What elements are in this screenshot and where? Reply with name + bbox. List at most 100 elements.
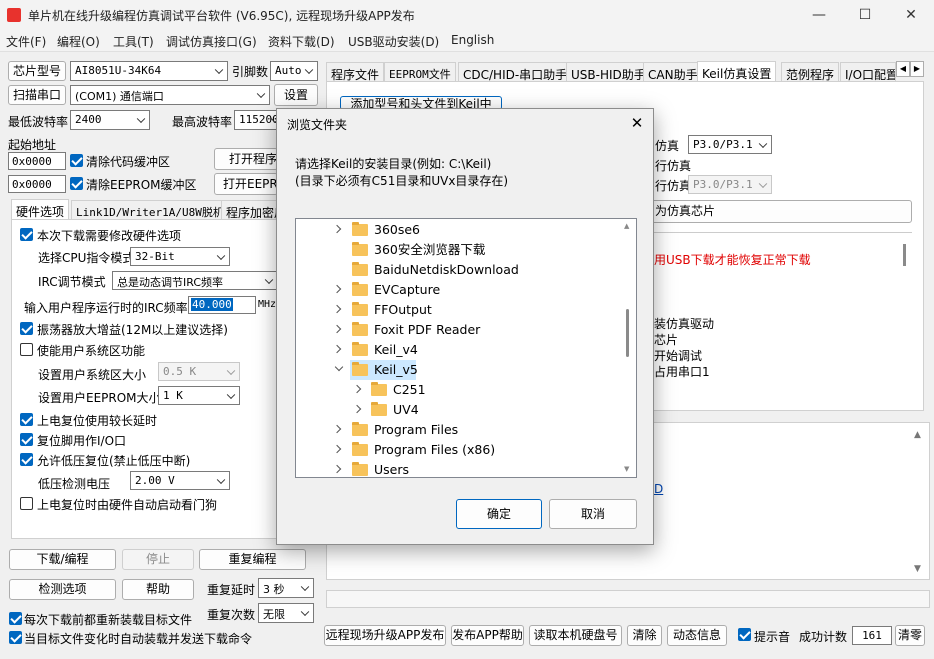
code-address-input[interactable]: 0x0000	[8, 152, 66, 170]
tab-hardware-options[interactable]: 硬件选项	[11, 199, 70, 220]
tab-program-file[interactable]: 程序文件	[326, 62, 385, 82]
chevron-right-icon[interactable]	[352, 384, 362, 394]
cpu-mode-select[interactable]: 32-Bit	[130, 247, 230, 266]
close-button[interactable]: ✕	[888, 0, 934, 30]
download-button[interactable]: 下载/编程	[9, 549, 116, 570]
tree-item-selected[interactable]: Keil_v5	[296, 360, 621, 380]
lvd-select[interactable]: 2.00 V	[130, 471, 230, 490]
maximize-button[interactable]: ☐	[842, 0, 888, 30]
log-link-fragment[interactable]: D	[654, 482, 663, 496]
tree-item[interactable]: 360se6	[296, 220, 621, 240]
tab-scroll-left[interactable]: ◀	[896, 61, 910, 77]
repeat-delay-select[interactable]: 3 秒	[258, 578, 314, 598]
port-select[interactable]: (COM1) 通信端口	[70, 85, 270, 105]
eeprom-size-select[interactable]: 1 K	[158, 386, 240, 405]
menu-file[interactable]: 文件(F)	[6, 33, 46, 50]
tab-scroll-right[interactable]: ▶	[910, 61, 924, 77]
ok-button[interactable]: 确定	[456, 499, 542, 529]
menu-download[interactable]: 资料下载(D)	[268, 33, 335, 50]
read-disk-button[interactable]: 读取本机硬盘号	[529, 625, 622, 646]
cancel-button[interactable]: 取消	[549, 499, 637, 529]
chevron-right-icon[interactable]	[332, 284, 342, 294]
tree-scrollbar[interactable]: ▲ ▼	[619, 219, 636, 477]
tree-item[interactable]: Program Files	[296, 420, 621, 440]
tab-keil-sim[interactable]: Keil仿真设置	[697, 61, 777, 82]
publish-help-button[interactable]: 发布APP帮助	[451, 625, 524, 646]
tree-item[interactable]: C251	[296, 380, 621, 400]
dialog-close-button[interactable]: ✕	[625, 112, 649, 134]
tree-item[interactable]: Keil_v4	[296, 340, 621, 360]
tab-cdc-serial[interactable]: CDC/HID-串口助手	[458, 62, 573, 82]
wdt-checkbox[interactable]	[20, 497, 33, 510]
chevron-right-icon[interactable]	[332, 344, 342, 354]
stop-button[interactable]: 停止	[122, 549, 194, 570]
log-scroll-down[interactable]: ▼	[914, 564, 921, 574]
clear-eeprom-checkbox[interactable]	[70, 177, 83, 190]
clear-log-button[interactable]: 清除	[627, 625, 662, 646]
user-sys-checkbox[interactable]	[20, 343, 33, 356]
beep-checkbox[interactable]	[738, 628, 751, 641]
menu-program[interactable]: 编程(O)	[57, 33, 100, 50]
scroll-down-arrow[interactable]: ▼	[624, 465, 629, 473]
tab-usb-hid[interactable]: USB-HID助手	[566, 62, 651, 82]
info-scrollbar-thumb[interactable]	[903, 244, 906, 266]
irc-mode-select[interactable]: 总是动态调节IRC频率	[112, 271, 278, 290]
tab-offline-writer[interactable]: Link1D/Writer1A/U8W脱机	[71, 200, 229, 220]
osc-gain-checkbox[interactable]	[20, 322, 33, 335]
chevron-right-icon[interactable]	[332, 224, 342, 234]
check-options-button[interactable]: 检测选项	[9, 579, 116, 600]
lvr-checkbox[interactable]	[20, 453, 33, 466]
menu-usb-driver[interactable]: USB驱动安装(D)	[348, 33, 439, 50]
menu-tools[interactable]: 工具(T)	[113, 33, 154, 50]
sim-chip-button[interactable]: 为仿真芯片	[650, 200, 912, 223]
tab-can[interactable]: CAN助手	[643, 62, 703, 82]
scroll-up-arrow[interactable]: ▲	[624, 222, 629, 230]
sim-port-select[interactable]: P3.0/P3.1	[688, 135, 772, 154]
folder-tree[interactable]: 360se6 360安全浏览器下载 BaiduNetdiskDownload E…	[295, 218, 637, 478]
clear-code-checkbox[interactable]	[70, 154, 83, 167]
menu-debug[interactable]: 调试仿真接口(G)	[166, 33, 257, 50]
chevron-right-icon[interactable]	[332, 424, 342, 434]
chevron-right-icon[interactable]	[332, 304, 342, 314]
reset-count-button[interactable]: 清零	[895, 625, 925, 646]
chip-model-select[interactable]: AI8051U-34K64	[70, 61, 228, 81]
chevron-right-icon[interactable]	[332, 444, 342, 454]
chevron-right-icon[interactable]	[332, 324, 342, 334]
chevron-right-icon[interactable]	[352, 404, 362, 414]
help-button[interactable]: 帮助	[122, 579, 194, 600]
reload-checkbox[interactable]	[9, 612, 22, 625]
log-hscroll[interactable]	[326, 590, 930, 608]
chip-model-label[interactable]: 芯片型号	[8, 61, 66, 81]
min-baud-select[interactable]: 2400	[70, 110, 150, 130]
modify-hw-checkbox[interactable]	[20, 228, 33, 241]
eeprom-address-input[interactable]: 0x0000	[8, 175, 66, 193]
repeat-count-select[interactable]: 无限	[258, 603, 314, 623]
tree-item[interactable]: BaiduNetdiskDownload	[296, 260, 621, 280]
tree-item[interactable]: FFOutput	[296, 300, 621, 320]
repeat-program-button[interactable]: 重复编程	[199, 549, 306, 570]
tree-item[interactable]: Users	[296, 460, 621, 477]
tree-item[interactable]: Program Files (x86)	[296, 440, 621, 460]
tree-item[interactable]: Foxit PDF Reader	[296, 320, 621, 340]
tree-item[interactable]: 360安全浏览器下载	[296, 240, 621, 260]
tree-item[interactable]: EVCapture	[296, 280, 621, 300]
minimize-button[interactable]: —	[796, 0, 842, 30]
chevron-down-icon[interactable]	[334, 362, 344, 372]
tab-eeprom-file[interactable]: EEPROM文件	[384, 62, 456, 82]
sim-port-select-2[interactable]: P3.0/P3.1	[688, 175, 772, 194]
chevron-right-icon[interactable]	[332, 464, 342, 474]
auto-send-checkbox[interactable]	[9, 631, 22, 644]
open-eeprom-button[interactable]: 打开EEPROM文件	[214, 173, 278, 195]
long-delay-checkbox[interactable]	[20, 413, 33, 426]
reset-io-checkbox[interactable]	[20, 433, 33, 446]
irc-freq-input[interactable]: 40.000	[188, 296, 256, 314]
tree-item[interactable]: UV4	[296, 400, 621, 420]
user-sys-size-select[interactable]: 0.5 K	[158, 362, 240, 381]
menu-english[interactable]: English	[451, 33, 494, 47]
tab-examples[interactable]: 范例程序	[781, 62, 840, 82]
tab-encrypted-transfer[interactable]: 程序加密后传输	[221, 200, 278, 220]
scan-port-button[interactable]: 扫描串口	[8, 85, 66, 105]
remote-upgrade-button[interactable]: 远程现场升级APP发布	[324, 625, 446, 646]
scroll-thumb[interactable]	[626, 309, 629, 357]
tab-io-config[interactable]: I/O口配置	[840, 62, 896, 82]
